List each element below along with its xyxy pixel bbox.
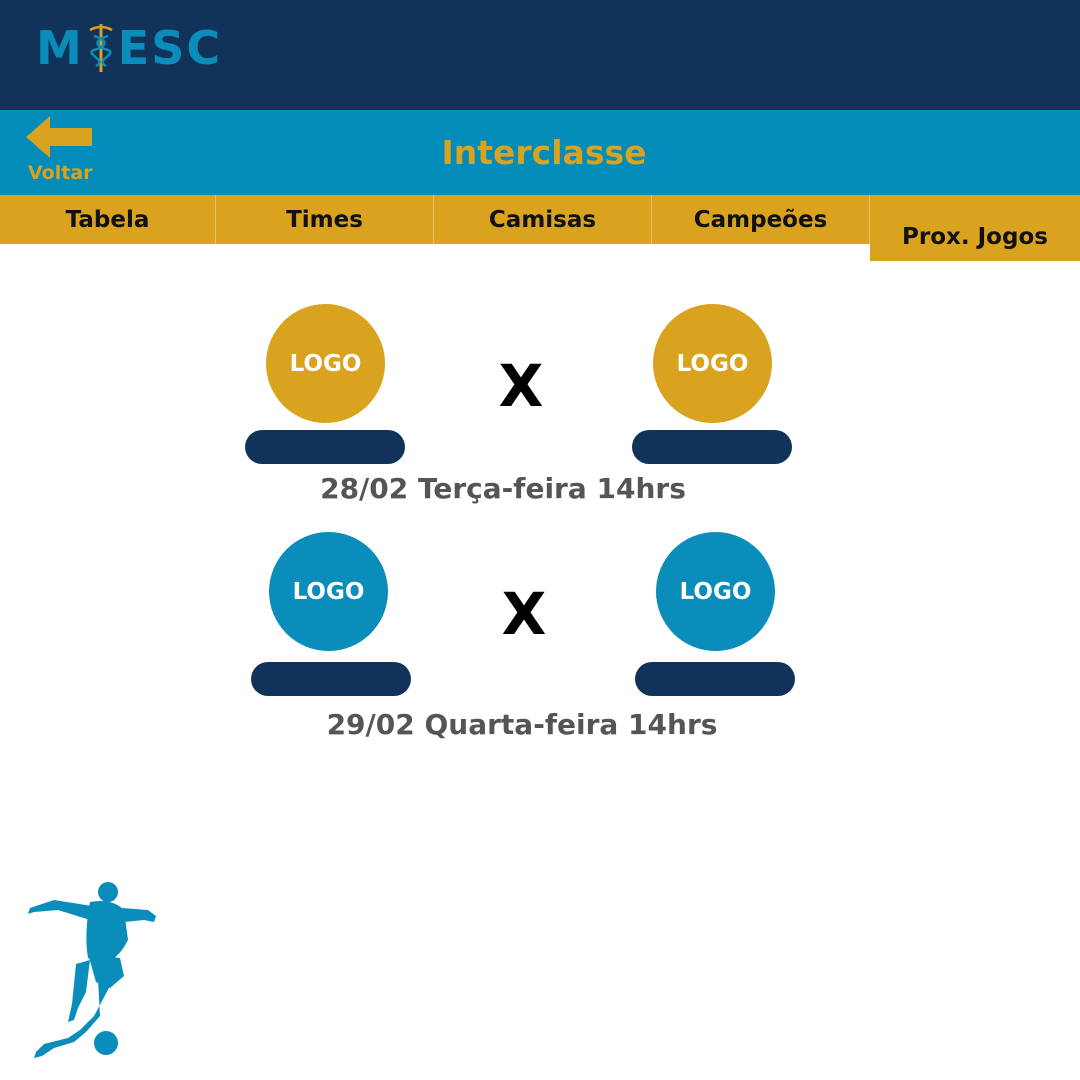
tab-campeoes[interactable]: Campeões: [652, 195, 870, 244]
versus-label: X: [498, 352, 544, 420]
home-team-logo: LOGO: [269, 532, 388, 651]
match-date: 28/02 Terça-feira 14hrs: [320, 472, 686, 505]
soccer-player-icon: [24, 880, 164, 1069]
page-title: Interclasse: [441, 133, 647, 172]
tab-tabela[interactable]: Tabela: [0, 195, 216, 244]
brand-logo: M ESC: [36, 21, 223, 75]
tab-camisas[interactable]: Camisas: [434, 195, 652, 244]
away-team-logo: LOGO: [656, 532, 775, 651]
home-team-name-bar: [245, 430, 405, 464]
tab-times[interactable]: Times: [216, 195, 434, 244]
away-team-name-bar: [635, 662, 795, 696]
tab-prox-jogos[interactable]: Prox. Jogos: [870, 195, 1080, 261]
away-team-logo: LOGO: [653, 304, 772, 423]
home-team-logo: LOGO: [266, 304, 385, 423]
away-team-name-bar: [632, 430, 792, 464]
caduceus-icon: [86, 22, 116, 74]
versus-label: X: [501, 580, 547, 648]
match-date: 29/02 Quarta-feira 14hrs: [326, 708, 718, 741]
home-team-name-bar: [251, 662, 411, 696]
